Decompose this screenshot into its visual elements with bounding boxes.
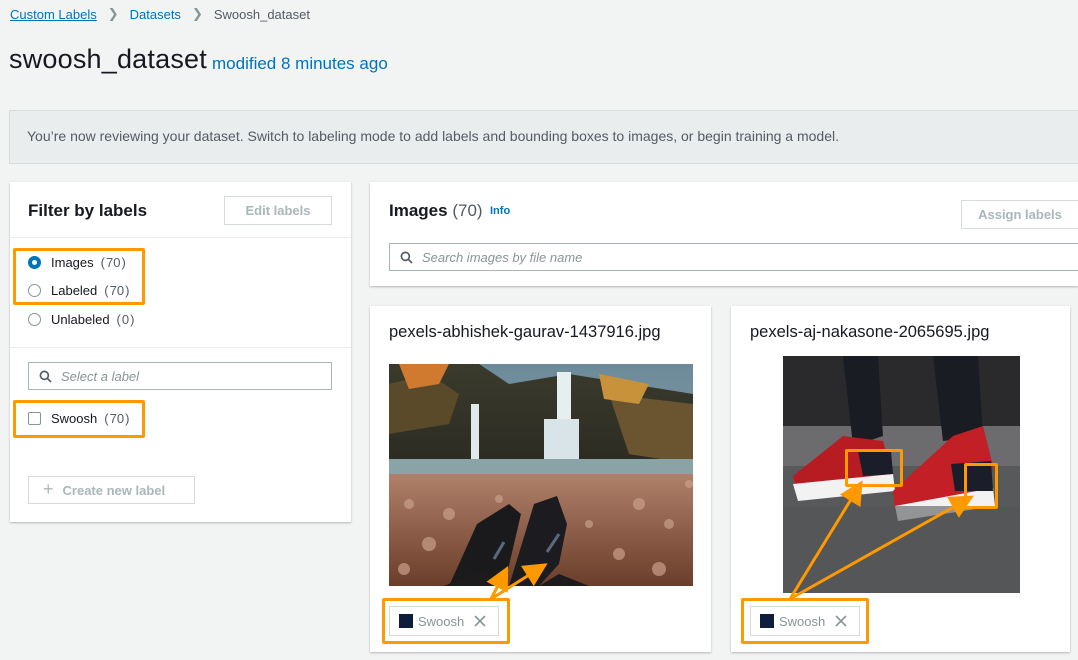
search-icon: [39, 370, 52, 383]
radio-selected-icon[interactable]: [28, 256, 41, 269]
image-search-placeholder: Search images by file name: [422, 249, 583, 265]
image-file-name: pexels-aj-nakasone-2065695.jpg: [750, 323, 990, 341]
create-new-label-button[interactable]: + Create new label: [28, 476, 195, 504]
breadcrumb: Custom Labels ❯ Datasets ❯ Swoosh_datase…: [10, 6, 310, 22]
breadcrumb-custom-labels[interactable]: Custom Labels: [10, 7, 97, 22]
chevron-right-icon: ❯: [191, 6, 203, 21]
waterfall-photo-icon: [389, 364, 693, 586]
filter-panel: Filter by labels Edit labels Images (70)…: [10, 182, 351, 522]
label-tag[interactable]: Swoosh: [750, 606, 860, 636]
sneakers-photo-icon: [783, 356, 1020, 593]
filter-option-label: Unlabeled: [51, 312, 110, 327]
filter-option-count: (0): [116, 312, 135, 327]
label-color-swatch: [760, 614, 774, 628]
label-count: (70): [104, 411, 130, 426]
filter-option-unlabeled[interactable]: Unlabeled (0): [28, 312, 134, 327]
filter-option-images[interactable]: Images (70): [28, 255, 126, 270]
page-title: swoosh_dataset: [9, 44, 207, 74]
divider: [10, 347, 351, 348]
images-title: Images (70): [389, 201, 483, 221]
count-value: 70: [109, 411, 125, 426]
image-card[interactable]: pexels-abhishek-gaurav-1437916.jpg Swoos…: [370, 306, 711, 652]
label-name: Swoosh: [51, 411, 98, 426]
filter-option-labeled[interactable]: Labeled (70): [28, 283, 129, 298]
filter-option-label: Images: [51, 255, 94, 270]
search-icon: [400, 251, 413, 264]
plus-icon: +: [43, 478, 54, 499]
label-color-swatch: [399, 614, 413, 628]
label-tag-text: Swoosh: [779, 613, 826, 629]
images-panel: Images (70) Info Assign labels Search im…: [370, 182, 1078, 286]
label-tag-text: Swoosh: [418, 613, 465, 629]
filter-header: Filter by labels Edit labels: [10, 182, 351, 238]
create-label-text: Create new label: [62, 482, 166, 498]
image-thumbnail-waterfall[interactable]: [389, 364, 693, 586]
filter-option-count: (70): [104, 283, 130, 298]
breadcrumb-current: Swoosh_dataset: [213, 6, 310, 22]
radio-icon[interactable]: [28, 313, 41, 326]
image-card[interactable]: pexels-aj-nakasone-2065695.jpg Swoosh: [731, 306, 1070, 652]
filter-title: Filter by labels: [28, 201, 148, 220]
images-count: (70): [452, 201, 483, 220]
info-link[interactable]: Info: [490, 205, 510, 217]
label-search-input[interactable]: Select a label: [28, 362, 332, 390]
images-title-text: Images: [389, 201, 448, 220]
breadcrumb-datasets[interactable]: Datasets: [130, 7, 181, 22]
close-icon[interactable]: [474, 615, 486, 627]
chevron-right-icon: ❯: [107, 6, 119, 21]
label-filter-swoosh[interactable]: Swoosh (70): [28, 411, 129, 426]
count-value: 70: [109, 283, 125, 298]
image-search-input[interactable]: Search images by file name: [389, 243, 1078, 271]
image-file-name: pexels-abhishek-gaurav-1437916.jpg: [389, 323, 661, 341]
info-banner: You’re now reviewing your dataset. Switc…: [9, 110, 1078, 164]
edit-labels-button[interactable]: Edit labels: [224, 196, 332, 225]
count-value: 70: [105, 255, 121, 270]
close-icon[interactable]: [835, 615, 847, 627]
count-value: 0: [121, 312, 130, 327]
modified-timestamp: modified 8 minutes ago: [212, 54, 388, 73]
assign-labels-button[interactable]: Assign labels: [961, 200, 1078, 229]
checkbox[interactable]: [28, 412, 41, 425]
filter-option-label: Labeled: [51, 283, 98, 298]
image-thumbnail-sneakers[interactable]: [783, 356, 1020, 593]
label-search-placeholder: Select a label: [61, 368, 140, 384]
label-tag[interactable]: Swoosh: [389, 606, 499, 636]
filter-option-count: (70): [100, 255, 126, 270]
radio-icon[interactable]: [28, 284, 41, 297]
